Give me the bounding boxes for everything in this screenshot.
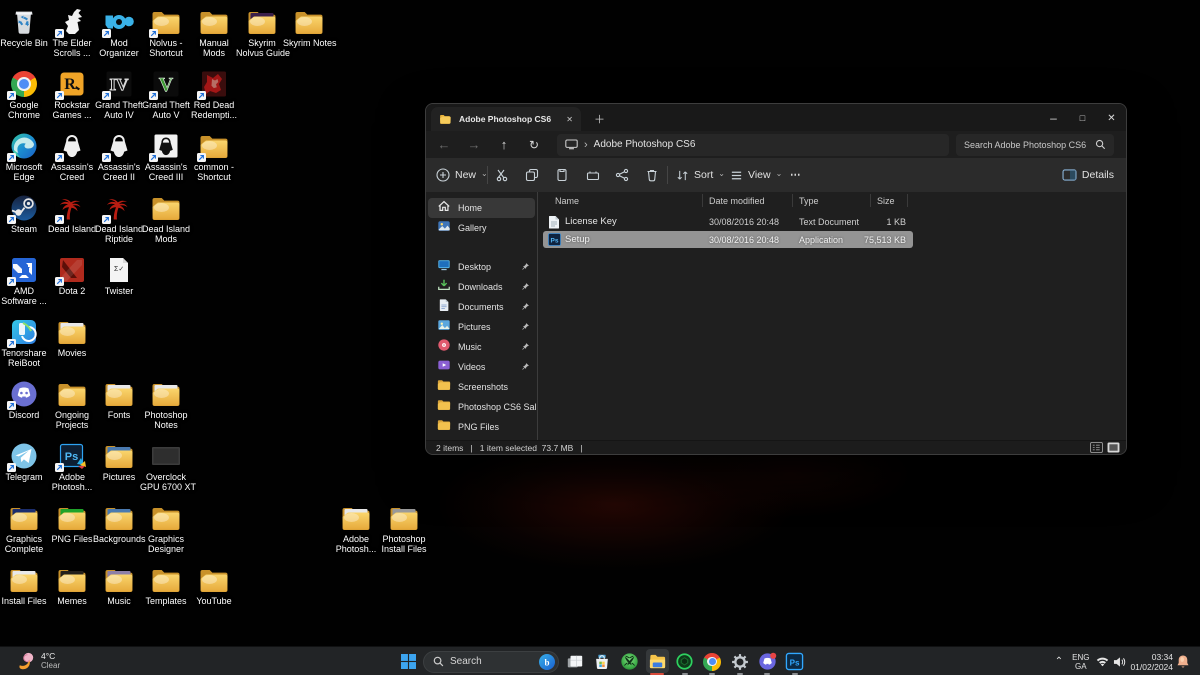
svg-text:Ps: Ps — [550, 237, 558, 244]
svg-text:R: R — [64, 76, 76, 93]
svg-text:IV: IV — [110, 75, 130, 94]
svg-text:Σ✓: Σ✓ — [114, 266, 124, 273]
svg-text:V: V — [159, 74, 174, 96]
svg-text:Ps: Ps — [65, 451, 78, 463]
svg-text:b: b — [544, 657, 549, 667]
svg-text:Ps: Ps — [790, 658, 800, 667]
